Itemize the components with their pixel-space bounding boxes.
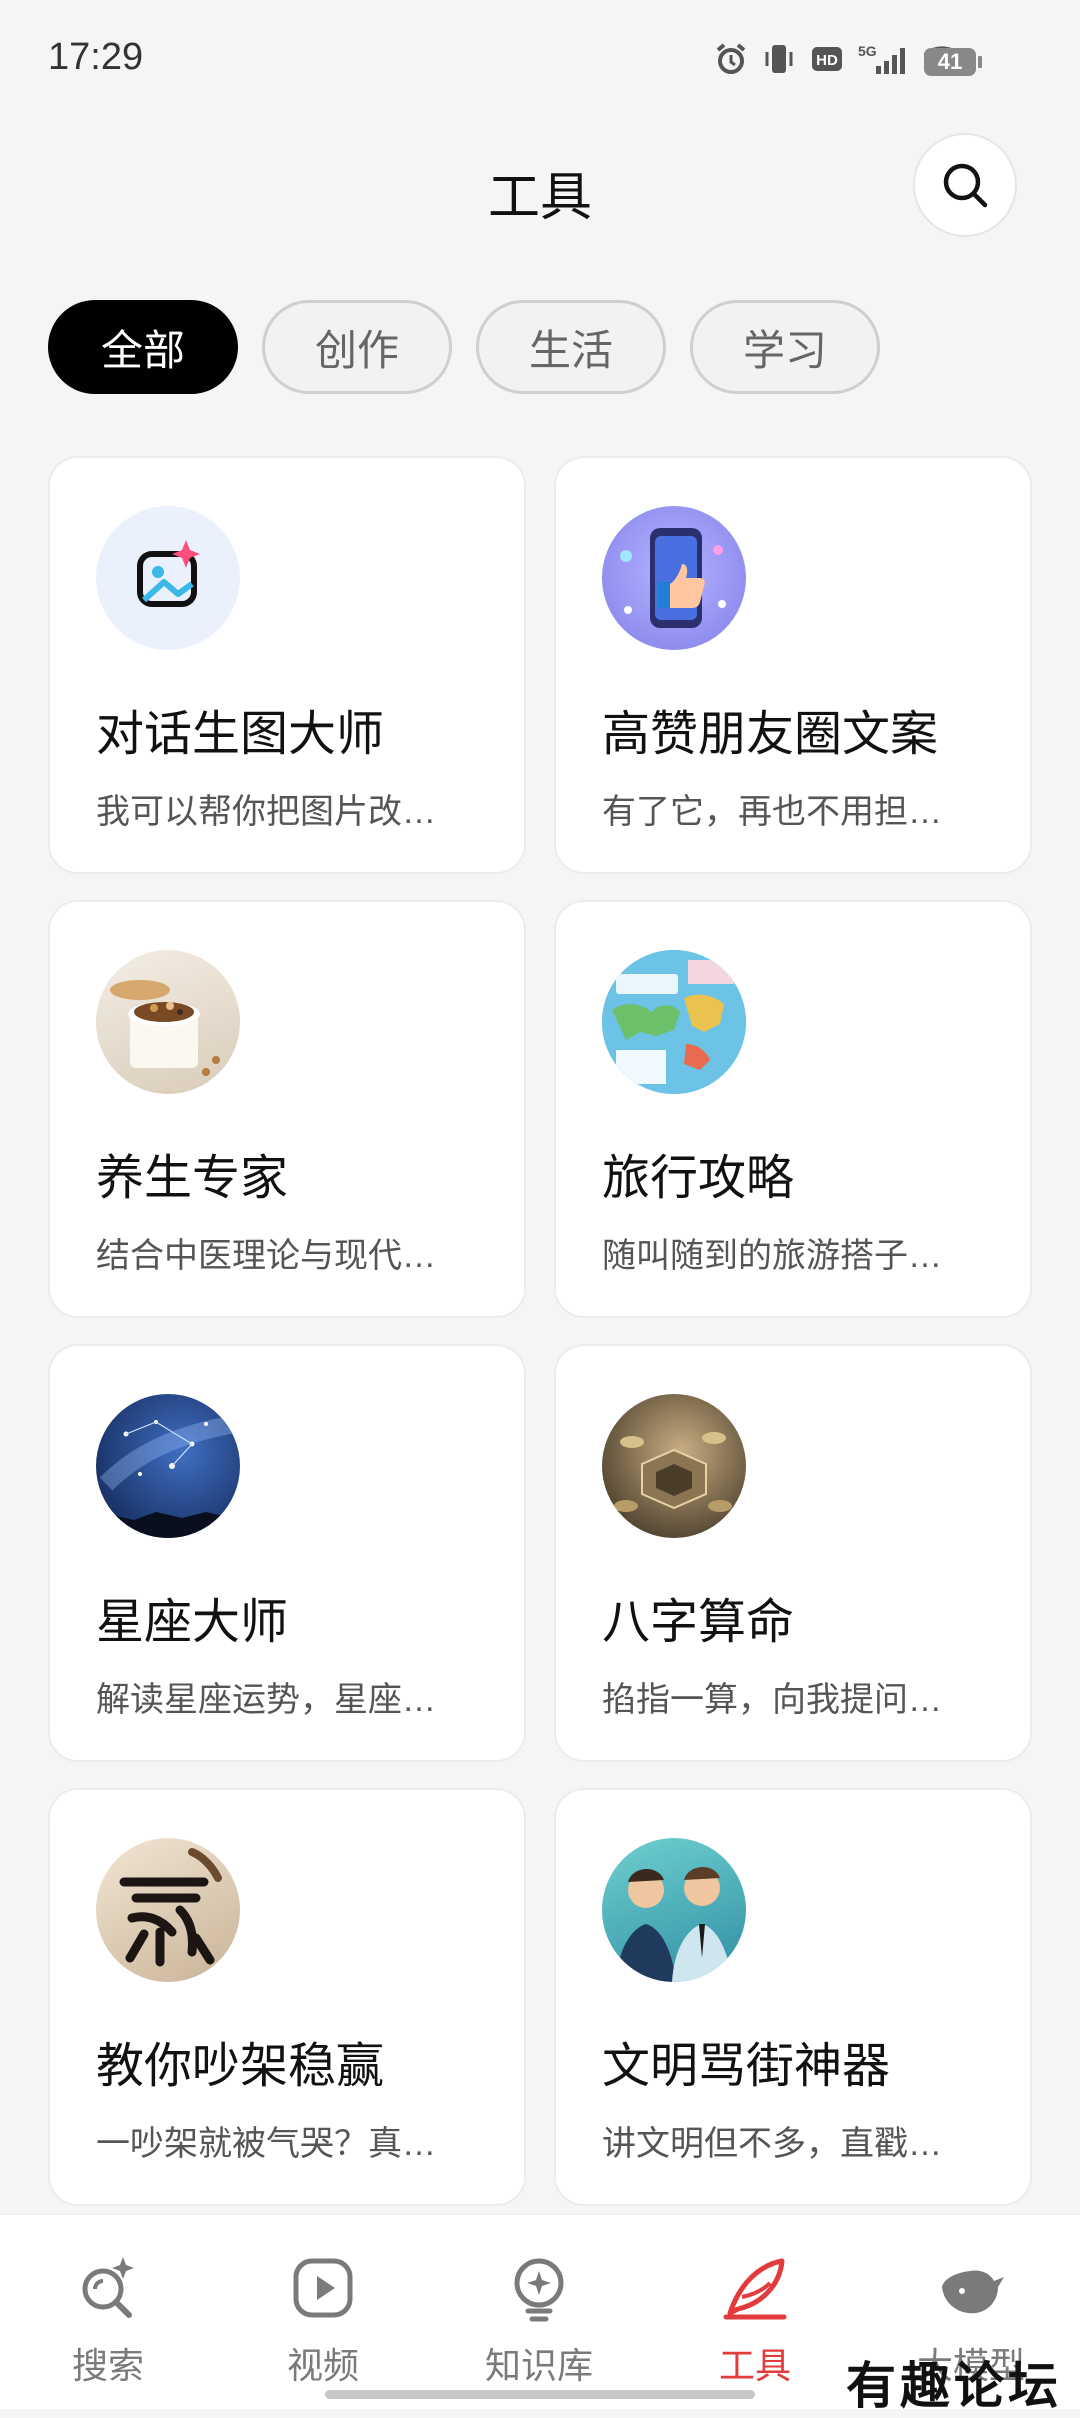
chip-life[interactable]: 生活 (476, 300, 666, 394)
card-title: 教你吵架稳赢 (96, 2040, 385, 2093)
tool-card-image-master[interactable]: 对话生图大师 我可以帮你把图片改… (48, 456, 526, 874)
nav-search[interactable]: 搜索 (33, 2253, 183, 2389)
card-desc: 我可以帮你把图片改… (96, 793, 436, 831)
tool-card-health-expert[interactable]: 养生专家 结合中医理论与现代… (48, 900, 526, 1318)
card-title: 对话生图大师 (96, 708, 385, 761)
vibrate-icon (765, 45, 793, 73)
card-desc: 讲文明但不多，直戳… (602, 2125, 942, 2163)
svg-text:5G: 5G (858, 43, 877, 59)
chip-study[interactable]: 学习 (690, 300, 880, 394)
home-indicator[interactable] (325, 2390, 755, 2399)
tool-card-moments-copy[interactable]: 高赞朋友圈文案 有了它，再也不用担… (554, 456, 1032, 874)
card-desc: 解读星座运势，星座… (96, 1681, 436, 1719)
nav-label: 知识库 (484, 2345, 593, 2386)
card-title: 文明骂街神器 (602, 2040, 891, 2093)
status-bar: 17:29 HD 5G 41 (0, 0, 1080, 120)
battery-icon: 41 (924, 48, 982, 76)
nav-video[interactable]: 视频 (248, 2253, 398, 2389)
card-title: 养生专家 (96, 1152, 289, 1205)
category-chips: 全部 创作 生活 学习 (48, 300, 880, 394)
play-icon (293, 2258, 353, 2318)
signal-5g-icon: 5G (858, 43, 905, 74)
card-title: 星座大师 (96, 1596, 289, 1649)
travel-map-icon (602, 950, 746, 1094)
two-men-icon (602, 1838, 746, 1982)
chip-create[interactable]: 创作 (262, 300, 452, 394)
tool-card-argue-win[interactable]: 教你吵架稳赢 一吵架就被气哭？真… (48, 1788, 526, 2206)
status-time: 17:29 (48, 36, 144, 78)
search-sparkle-icon (82, 2257, 134, 2318)
bagua-icon (602, 1394, 746, 1538)
feather-icon (723, 2258, 787, 2320)
nav-knowledge[interactable]: 知识库 (464, 2253, 614, 2389)
nav-label: 视频 (286, 2345, 359, 2386)
hd-icon: HD (812, 47, 842, 71)
tool-card-zodiac-master[interactable]: 星座大师 解读星座运势，星座… (48, 1344, 526, 1762)
chip-all[interactable]: 全部 (48, 300, 238, 394)
search-icon (943, 163, 988, 208)
search-button[interactable] (913, 133, 1017, 237)
card-title: 旅行攻略 (602, 1152, 795, 1205)
whale-icon (942, 2270, 1004, 2314)
card-desc: 结合中医理论与现代… (96, 1237, 436, 1275)
nav-label: 搜索 (71, 2345, 144, 2386)
calligraphy-icon (96, 1838, 240, 1982)
nav-tools[interactable]: 工具 (680, 2253, 830, 2389)
nav-label: 工具 (718, 2345, 791, 2386)
bulb-icon (514, 2258, 564, 2322)
tool-card-travel-guide[interactable]: 旅行攻略 随叫随到的旅游搭子… (554, 900, 1032, 1318)
card-title: 高赞朋友圈文案 (602, 708, 939, 761)
tool-card-civil-roast[interactable]: 文明骂街神器 讲文明但不多，直戳… (554, 1788, 1032, 2206)
watermark: 有趣论坛 (846, 2356, 1062, 2415)
card-desc: 有了它，再也不用担… (602, 793, 942, 831)
card-title: 八字算命 (602, 1596, 795, 1649)
alarm-icon (716, 43, 746, 74)
starry-sky-icon (96, 1394, 240, 1538)
card-desc: 掐指一算，向我提问… (602, 1681, 942, 1719)
card-desc: 一吵架就被气哭？真… (96, 2125, 436, 2163)
image-sparkle-icon (96, 506, 240, 650)
tool-card-bazi-fortune[interactable]: 八字算命 掐指一算，向我提问… (554, 1344, 1032, 1762)
svg-text:HD: HD (816, 52, 838, 69)
card-desc: 随叫随到的旅游搭子… (602, 1237, 942, 1275)
health-bowl-icon (96, 950, 240, 1094)
thumbs-up-phone-icon (602, 506, 746, 650)
